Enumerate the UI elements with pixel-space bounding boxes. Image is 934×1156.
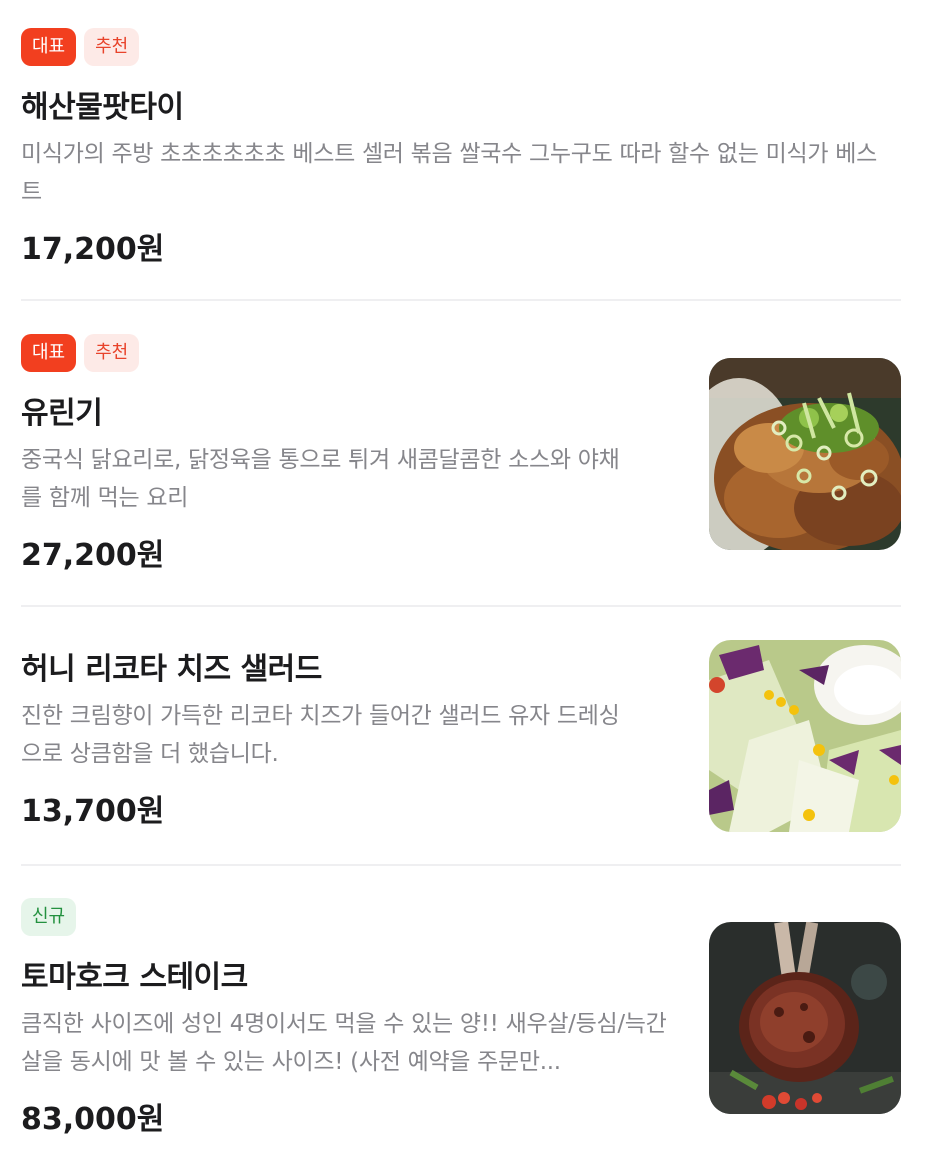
menu-item-price: 27,200원 — [21, 538, 165, 573]
badge-representative: 대표 — [21, 28, 77, 66]
tomahawk-steak-photo[interactable] — [709, 922, 901, 1114]
fried-chicken-photo[interactable] — [709, 358, 901, 550]
badge-recommended: 추천 — [84, 334, 140, 372]
menu-item-honey-ricotta-salad[interactable]: 허니 리코타 치즈 샐러드 진한 크림향이 가득한 리코타 치즈가 들어간 샐러… — [21, 640, 901, 840]
menu-item-name: 토마호크 스테이크 — [21, 960, 248, 995]
menu-item-price: 13,700원 — [21, 794, 165, 829]
badge-recommended: 추천 — [84, 28, 140, 66]
divider — [21, 864, 901, 866]
menu-item-price: 83,000원 — [21, 1102, 165, 1137]
menu-item-description: 미식가의 주방 초초초초초초 베스트 셀러 볶음 쌀국수 그누구도 따라 할수 … — [21, 141, 877, 205]
menu-item-name: 허니 리코타 치즈 샐러드 — [21, 652, 322, 687]
menu-list: 대표 추천 해산물팟타이 미식가의 주방 초초초초초초 베스트 셀러 볶음 쌀국… — [0, 0, 934, 1156]
divider — [21, 299, 901, 301]
menu-item-price: 17,200원 — [21, 232, 165, 267]
menu-item-tomahawk-steak[interactable]: 신규 토마호크 스테이크 큼직한 사이즈에 성인 4명이서도 먹을 수 있는 양… — [21, 898, 901, 1138]
menu-item-name: 유린기 — [21, 396, 103, 431]
divider — [21, 605, 901, 607]
salad-photo[interactable] — [709, 640, 901, 832]
menu-item-description: 진한 크림향이 가득한 리코타 치즈가 들어간 샐러드 유자 드레싱으로 상큼함… — [21, 703, 620, 767]
menu-item-description: 큼직한 사이즈에 성인 4명이서도 먹을 수 있는 양!! 새우살/등심/늑간살… — [21, 1011, 667, 1075]
badge-representative: 대표 — [21, 334, 77, 372]
badge-new: 신규 — [21, 898, 77, 936]
badge-group: 대표 추천 — [21, 28, 901, 66]
menu-item-description: 중국식 닭요리로, 닭정육을 통으로 튀겨 새콤달콤한 소스와 야채를 함께 먹… — [21, 447, 620, 511]
menu-item-seafood-pad-thai[interactable]: 대표 추천 해산물팟타이 미식가의 주방 초초초초초초 베스트 셀러 볶음 쌀국… — [21, 28, 901, 268]
menu-item-name: 해산물팟타이 — [21, 90, 184, 125]
menu-item-yuringi[interactable]: 대표 추천 유린기 중국식 닭요리로, 닭정육을 통으로 튀겨 새콤달콤한 소스… — [21, 334, 901, 574]
